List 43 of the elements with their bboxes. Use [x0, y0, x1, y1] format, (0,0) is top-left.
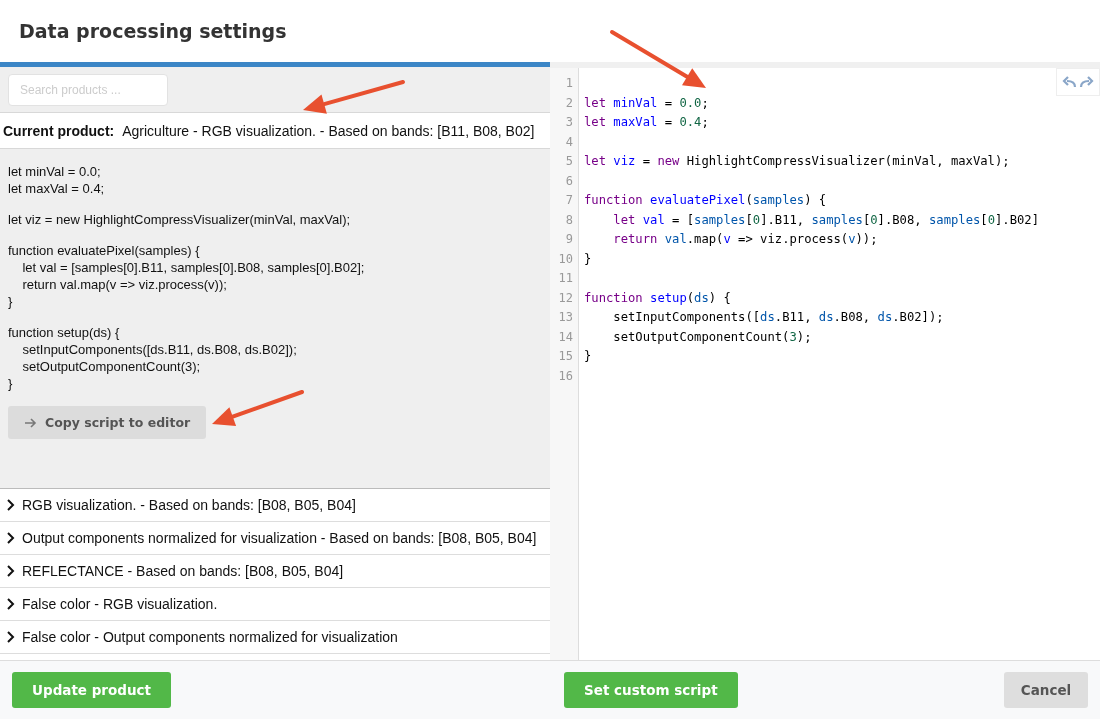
- line-number: 6: [565, 172, 574, 190]
- code-line: }: [584, 349, 592, 363]
- line-number: 2: [565, 94, 574, 112]
- line-number: 13: [558, 309, 574, 326]
- code-line: function setup(ds) {: [584, 290, 731, 305]
- code-line: setInputComponents([ds.B11, ds.B08, ds.B02]);: [612, 310, 944, 324]
- line-number: 9: [565, 231, 574, 248]
- script-line: setOutputComponentCount(3);: [21, 358, 201, 375]
- copy-script-button[interactable]: Copy script to editor: [8, 406, 207, 439]
- line-number: 4: [565, 133, 574, 151]
- line-number: 7: [565, 192, 574, 209]
- script-line: setInputComponents([ds.B11, ds.B08, ds.B02]);: [21, 341, 297, 358]
- code-line: return val.map(v => viz.process(v));: [612, 232, 878, 246]
- cancel-button[interactable]: Cancel: [1004, 672, 1088, 708]
- dialog-title: Data processing settings: [19, 20, 287, 42]
- script-line: function setup(ds) {: [8, 324, 120, 341]
- script-line: }: [8, 293, 13, 310]
- script-line: return val.map(v => viz.process(v));: [21, 276, 227, 293]
- line-number: 14: [558, 328, 574, 346]
- line-number: 1: [565, 75, 574, 92]
- code-line: let viz = new HighlightCompressVisualizer(minVal, maxVal);: [584, 154, 1010, 168]
- code-line: }: [584, 251, 592, 266]
- code-line: let minVal = 0.0;: [584, 95, 709, 110]
- line-number: 15: [558, 348, 574, 365]
- current-product-value: Agriculture - RGB visualization. - Based on bands: [B11, B08, B02]: [122, 122, 535, 139]
- code-line: function evaluatePixel(samples) {: [584, 193, 827, 207]
- code-line: let maxVal = 0.4;: [584, 115, 709, 129]
- script-line: function evaluatePixel(samples) {: [8, 242, 200, 259]
- script-line: let val = [samples[0].B11, samples[0].B08, samples[0].B02];: [21, 259, 365, 276]
- line-number: 11: [558, 270, 574, 287]
- line-number: 10: [558, 250, 574, 268]
- code-line: setOutputComponentCount(3);: [612, 329, 812, 344]
- line-number: 5: [565, 153, 574, 170]
- current-product-label: Current product:: [3, 122, 115, 139]
- code-line: let val = [samples[0].B11, samples[0].B08, samples[0].B02]: [612, 212, 1040, 227]
- line-number: 12: [558, 289, 574, 307]
- line-number: 16: [558, 367, 574, 385]
- line-number: 8: [565, 211, 574, 229]
- script-line: let minVal = 0.0;: [8, 163, 101, 180]
- script-line: let viz = new HighlightCompressVisualizer(minVal, maxVal);: [8, 211, 351, 228]
- script-line: let maxVal = 0.4;: [8, 180, 105, 197]
- script-line: }: [8, 375, 13, 392]
- line-number: 3: [565, 114, 574, 131]
